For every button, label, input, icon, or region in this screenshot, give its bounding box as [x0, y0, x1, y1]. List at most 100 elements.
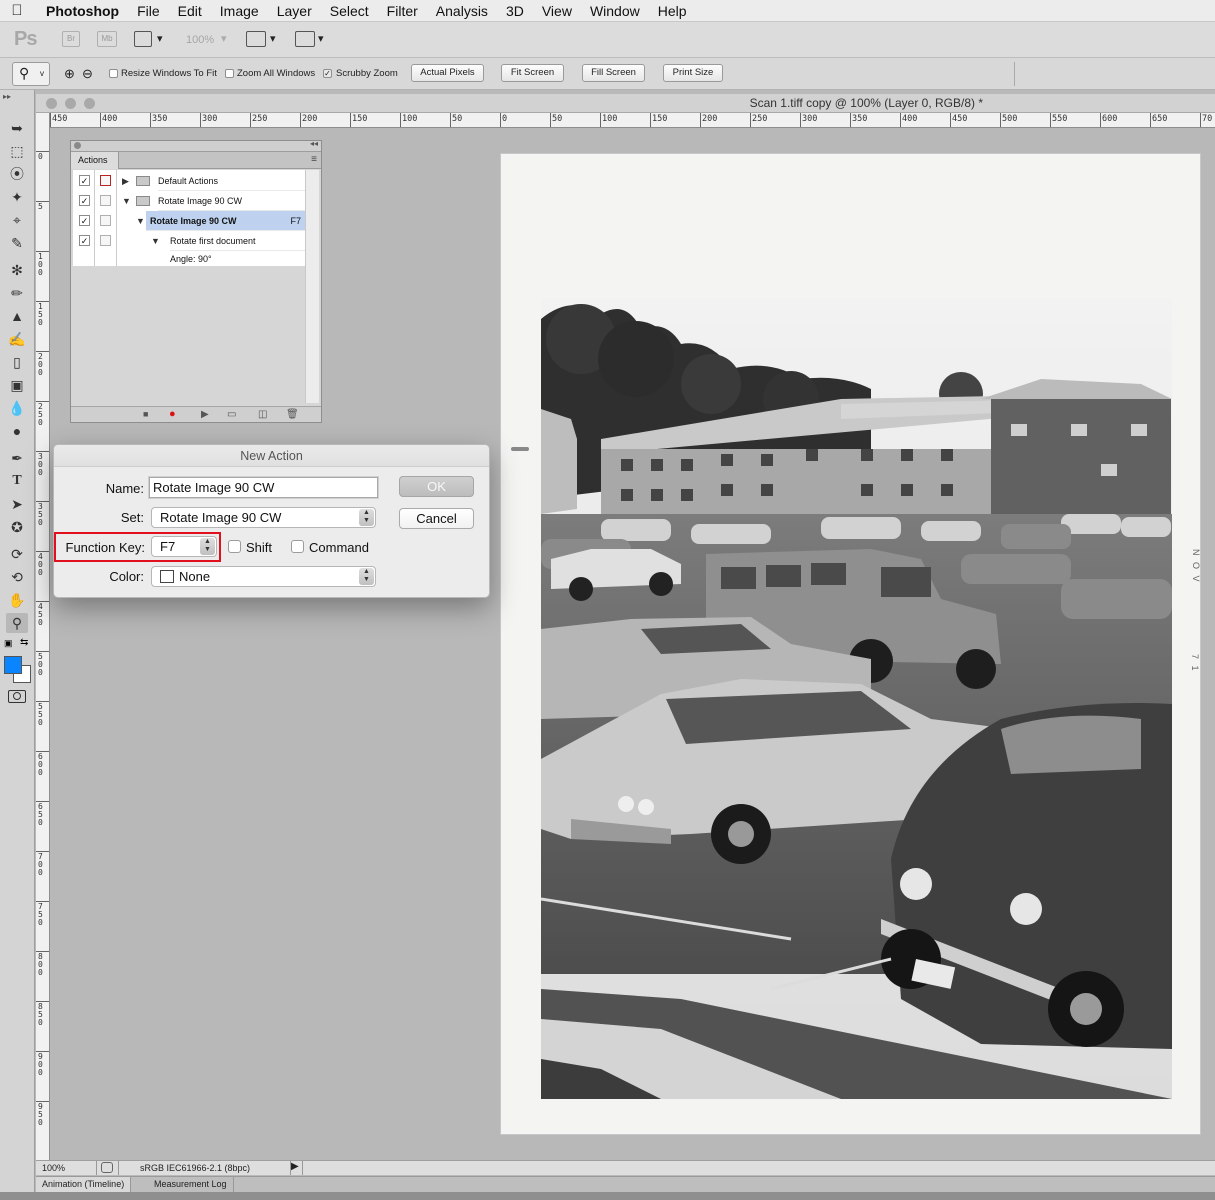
- action-row-rotate-set[interactable]: ✓ ▼ Rotate Image 90 CW: [73, 191, 305, 211]
- screen-mode-icon[interactable]: [295, 31, 315, 47]
- tab-measurement-log[interactable]: Measurement Log: [148, 1177, 234, 1193]
- shift-checkbox[interactable]: [228, 540, 241, 553]
- fit-screen-button[interactable]: Fit Screen: [501, 64, 564, 82]
- panel-drag-bar[interactable]: ◂◂: [71, 139, 321, 152]
- close-panel-icon[interactable]: [74, 142, 81, 149]
- bridge-button[interactable]: Br: [62, 31, 80, 47]
- chevron-down-icon[interactable]: ▾: [157, 32, 163, 45]
- paint-bucket-tool-icon[interactable]: ▣: [6, 375, 28, 395]
- menu-window[interactable]: Window: [590, 3, 650, 19]
- default-colors-icon[interactable]: ▣: [4, 638, 13, 649]
- status-info-icon[interactable]: [101, 1162, 113, 1173]
- scrubby-zoom-checkbox[interactable]: ✓: [323, 69, 332, 78]
- marquee-tool-icon[interactable]: ⬚: [6, 141, 28, 161]
- tab-animation-timeline[interactable]: Animation (Timeline): [36, 1177, 132, 1193]
- ok-button[interactable]: OK: [399, 476, 474, 497]
- color-select[interactable]: None ▲ ▼: [151, 566, 376, 587]
- collapse-triangle-icon[interactable]: ▼: [136, 211, 145, 231]
- dialog-toggle-icon[interactable]: [100, 235, 111, 246]
- healing-brush-tool-icon[interactable]: ✻: [6, 260, 28, 280]
- mini-bridge-button[interactable]: Mb: [97, 31, 117, 47]
- shape-tool-icon[interactable]: ✪: [6, 517, 28, 537]
- action-enabled-checkbox[interactable]: ✓: [79, 235, 90, 246]
- menu-analysis[interactable]: Analysis: [436, 3, 498, 19]
- chevron-down-icon[interactable]: ▾: [221, 32, 227, 45]
- view-extras-icon[interactable]: [134, 31, 152, 47]
- close-window-button[interactable]: [46, 98, 57, 109]
- lasso-tool-icon[interactable]: ⦿: [6, 164, 28, 184]
- fill-screen-button[interactable]: Fill Screen: [582, 64, 645, 82]
- panel-menu-icon[interactable]: ≡: [311, 154, 317, 165]
- menu-file[interactable]: File: [137, 3, 170, 19]
- chevron-down-icon[interactable]: ▾: [270, 32, 276, 45]
- swap-colors-icon[interactable]: ⇆: [20, 637, 28, 648]
- stamp-tool-icon[interactable]: ▲: [6, 306, 28, 326]
- move-tool-icon[interactable]: ➥: [6, 118, 28, 138]
- zoom-window-button[interactable]: [84, 98, 95, 109]
- status-menu-arrow-icon[interactable]: ▶: [291, 1161, 299, 1172]
- menu-image[interactable]: Image: [220, 3, 269, 19]
- menu-edit[interactable]: Edit: [178, 3, 212, 19]
- brush-tool-icon[interactable]: ✏: [6, 283, 28, 303]
- horizontal-ruler[interactable]: 450 400 350 300 250 200 150 100 50 0 50 100 150 200 25…: [50, 113, 1215, 128]
- status-zoom[interactable]: 100%: [42, 1163, 92, 1173]
- menu-layer[interactable]: Layer: [277, 3, 322, 19]
- play-icon[interactable]: ▶: [201, 409, 209, 420]
- dialog-toggle-icon[interactable]: [100, 215, 111, 226]
- tab-actions[interactable]: Actions: [71, 152, 119, 169]
- set-select[interactable]: Rotate Image 90 CW ▲ ▼: [151, 507, 376, 528]
- history-brush-tool-icon[interactable]: ✍: [6, 329, 28, 349]
- name-field[interactable]: Rotate Image 90 CW: [149, 477, 378, 498]
- collapse-triangle-icon[interactable]: ▼: [151, 231, 160, 251]
- vertical-ruler[interactable]: 0 5 1 0 0 1 5 0 2 0 0 2 5 0 3 0 0 3 5 0 4 0 0 4 5…: [36, 113, 50, 1160]
- minimize-window-button[interactable]: [65, 98, 76, 109]
- quick-select-tool-icon[interactable]: ✦: [6, 187, 28, 207]
- crop-tool-icon[interactable]: ⌖: [6, 210, 28, 230]
- action-enabled-checkbox[interactable]: ✓: [79, 175, 90, 186]
- collapse-triangle-icon[interactable]: ▼: [122, 191, 131, 211]
- expand-triangle-icon[interactable]: ▶: [122, 171, 129, 191]
- zoom-tool-icon[interactable]: ⚲: [6, 613, 28, 633]
- trash-icon[interactable]: 🗑: [286, 409, 299, 420]
- menu-photoshop[interactable]: Photoshop: [46, 3, 129, 19]
- foreground-color-swatch[interactable]: [4, 656, 22, 674]
- cancel-button[interactable]: Cancel: [399, 508, 474, 529]
- zoom-level[interactable]: 100%: [186, 34, 214, 46]
- new-action-icon[interactable]: ◫: [258, 409, 267, 420]
- apple-icon[interactable]: : [0, 2, 34, 19]
- zoom-out-icon[interactable]: ⊖: [82, 66, 93, 82]
- 3d-rotate-tool-icon[interactable]: ⟳: [6, 544, 28, 564]
- menu-select[interactable]: Select: [330, 3, 379, 19]
- action-row-rotate-action[interactable]: ✓ Rotate Image 90 CW F7 ▼: [73, 211, 305, 231]
- collapse-icon[interactable]: ▸▸: [3, 92, 11, 101]
- menu-view[interactable]: View: [542, 3, 582, 19]
- arrange-documents-icon[interactable]: [246, 31, 266, 47]
- action-enabled-checkbox[interactable]: ✓: [79, 215, 90, 226]
- zoom-in-icon[interactable]: ⊕: [64, 66, 75, 82]
- collapse-panel-icon[interactable]: ◂◂: [310, 139, 318, 148]
- dialog-toggle-icon[interactable]: [100, 195, 111, 206]
- chevron-down-icon[interactable]: ▾: [318, 32, 324, 45]
- resize-windows-checkbox[interactable]: [109, 69, 118, 78]
- panel-scrollbar[interactable]: [305, 170, 319, 403]
- menu-3d[interactable]: 3D: [506, 3, 534, 19]
- eraser-tool-icon[interactable]: ▯: [6, 352, 28, 372]
- type-tool-icon[interactable]: T: [6, 471, 28, 491]
- record-icon[interactable]: ●: [169, 408, 176, 420]
- new-set-folder-icon[interactable]: ▭: [227, 409, 236, 420]
- quick-mask-icon[interactable]: [8, 690, 26, 703]
- print-size-button[interactable]: Print Size: [663, 64, 723, 82]
- menu-filter[interactable]: Filter: [387, 3, 428, 19]
- action-enabled-checkbox[interactable]: ✓: [79, 195, 90, 206]
- action-row-command[interactable]: ✓ ▼ Rotate first document: [73, 231, 305, 251]
- menu-help[interactable]: Help: [658, 3, 697, 19]
- eyedropper-tool-icon[interactable]: ✎: [6, 233, 28, 253]
- command-checkbox[interactable]: [291, 540, 304, 553]
- blur-tool-icon[interactable]: 💧: [6, 398, 28, 418]
- stop-icon[interactable]: ■: [143, 409, 148, 419]
- 3d-orbit-tool-icon[interactable]: ⟲: [6, 567, 28, 587]
- path-selection-tool-icon[interactable]: ➤: [6, 494, 28, 514]
- pen-tool-icon[interactable]: ✒: [6, 448, 28, 468]
- zoom-all-windows-checkbox[interactable]: [225, 69, 234, 78]
- dialog-toggle-icon[interactable]: [100, 175, 111, 186]
